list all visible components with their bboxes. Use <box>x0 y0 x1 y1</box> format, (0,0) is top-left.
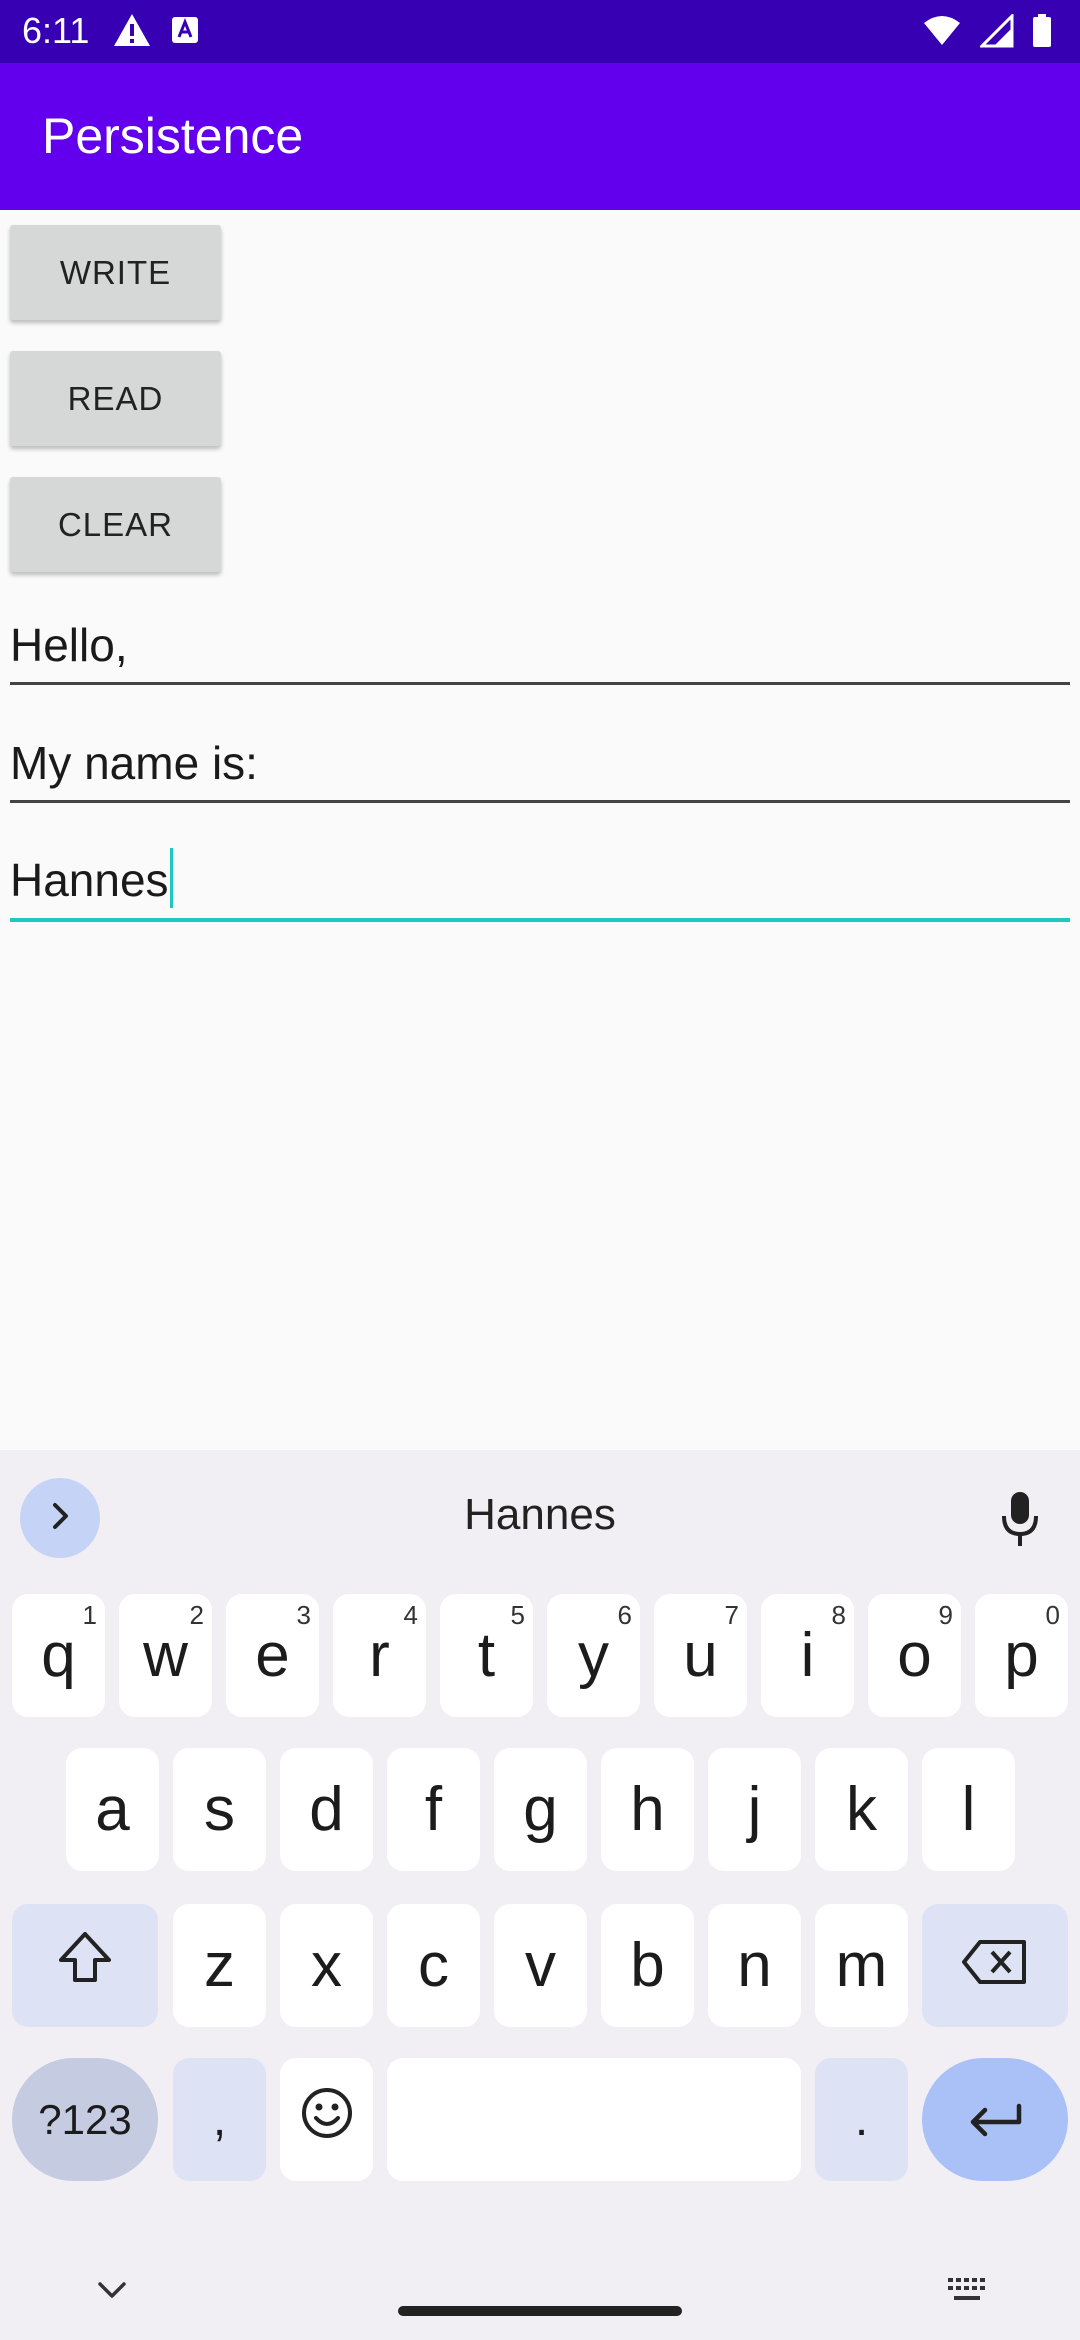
keyboard-notification-icon <box>170 15 200 50</box>
key-t[interactable]: t5 <box>440 1594 533 1717</box>
text-field-3-value: Hannes <box>10 854 169 906</box>
shift-icon <box>55 1930 115 2001</box>
key-hint: 4 <box>403 1600 418 1630</box>
key-label: e <box>255 1621 290 1690</box>
text-field-3-content: Hannes <box>10 848 173 908</box>
key-f[interactable]: f <box>387 1748 480 1871</box>
text-cursor <box>169 848 173 908</box>
signal-icon <box>978 12 1014 53</box>
shift-key[interactable] <box>12 1904 158 2027</box>
text-field-1-value: Hello, <box>10 619 128 671</box>
key-m[interactable]: m <box>815 1904 908 2027</box>
key-hint: 6 <box>617 1600 632 1630</box>
home-gesture-pill[interactable] <box>398 2306 682 2316</box>
microphone-icon[interactable] <box>1000 1490 1040 1553</box>
emoji-key[interactable] <box>280 2058 373 2181</box>
key-s[interactable]: s <box>173 1748 266 1871</box>
key-label: w <box>143 1621 188 1690</box>
clear-button[interactable]: CLEAR <box>10 477 221 572</box>
write-button[interactable]: WRITE <box>10 225 221 320</box>
key-label: y <box>578 1621 609 1690</box>
text-field-2-value: My name is: <box>10 737 258 789</box>
key-hint: 1 <box>82 1600 97 1630</box>
key-hint: 8 <box>831 1600 846 1630</box>
key-label: o <box>897 1621 932 1690</box>
key-p[interactable]: p0 <box>975 1594 1068 1717</box>
wifi-icon <box>922 15 962 52</box>
backspace-key[interactable] <box>922 1904 1068 2027</box>
key-v[interactable]: v <box>494 1904 587 2027</box>
comma-key[interactable]: , <box>173 2058 266 2181</box>
key-o[interactable]: o9 <box>868 1594 961 1717</box>
key-h[interactable]: h <box>601 1748 694 1871</box>
key-d[interactable]: d <box>280 1748 373 1871</box>
text-field-1[interactable]: Hello, <box>10 599 1070 685</box>
key-hint: 0 <box>1045 1600 1060 1630</box>
key-c[interactable]: c <box>387 1904 480 2027</box>
soft-keyboard: Hannes q1 w2 e3 r4 t5 y6 u7 i8 o9 p0 a s… <box>0 1450 1080 2340</box>
key-label: p <box>1004 1621 1039 1690</box>
key-l[interactable]: l <box>922 1748 1015 1871</box>
key-n[interactable]: n <box>708 1904 801 2027</box>
status-bar: 6:11 <box>0 0 1080 63</box>
key-hint: 2 <box>189 1600 204 1630</box>
warning-icon <box>112 12 152 53</box>
key-y[interactable]: y6 <box>547 1594 640 1717</box>
key-w[interactable]: w2 <box>119 1594 212 1717</box>
key-a[interactable]: a <box>66 1748 159 1871</box>
key-x[interactable]: x <box>280 1904 373 2027</box>
key-label: t <box>477 1621 496 1690</box>
key-hint: 5 <box>510 1600 525 1630</box>
key-z[interactable]: z <box>173 1904 266 2027</box>
enter-key[interactable] <box>922 2058 1068 2181</box>
key-i[interactable]: i8 <box>761 1594 854 1717</box>
key-hint: 3 <box>296 1600 311 1630</box>
app-bar: Persistence <box>0 63 1080 210</box>
read-button[interactable]: READ <box>10 351 221 446</box>
key-g[interactable]: g <box>494 1748 587 1871</box>
space-key[interactable] <box>387 2058 801 2181</box>
battery-icon <box>1032 14 1052 53</box>
text-field-3[interactable]: Hannes <box>10 836 1070 922</box>
key-hint: 9 <box>938 1600 953 1630</box>
key-r[interactable]: r4 <box>333 1594 426 1717</box>
status-time: 6:11 <box>22 10 90 51</box>
text-field-2[interactable]: My name is: <box>10 717 1070 803</box>
key-e[interactable]: e3 <box>226 1594 319 1717</box>
period-key[interactable]: . <box>815 2058 908 2181</box>
key-q[interactable]: q1 <box>12 1594 105 1717</box>
symbols-key[interactable]: ?123 <box>12 2058 158 2181</box>
suggestion-word[interactable]: Hannes <box>0 1490 1080 1540</box>
keyboard-switch-icon[interactable] <box>946 2276 990 2311</box>
key-hint: 7 <box>724 1600 739 1630</box>
backspace-icon <box>960 1930 1030 2001</box>
key-label: q <box>41 1621 76 1690</box>
key-label: i <box>800 1621 815 1690</box>
emoji-icon <box>300 2084 354 2155</box>
key-b[interactable]: b <box>601 1904 694 2027</box>
navigation-bar <box>0 2220 1080 2340</box>
enter-arrow-icon <box>965 2084 1025 2155</box>
chevron-down-icon[interactable] <box>92 2276 132 2309</box>
key-label: r <box>369 1621 390 1690</box>
key-u[interactable]: u7 <box>654 1594 747 1717</box>
key-j[interactable]: j <box>708 1748 801 1871</box>
app-title: Persistence <box>42 108 304 164</box>
key-label: u <box>683 1621 718 1690</box>
key-k[interactable]: k <box>815 1748 908 1871</box>
